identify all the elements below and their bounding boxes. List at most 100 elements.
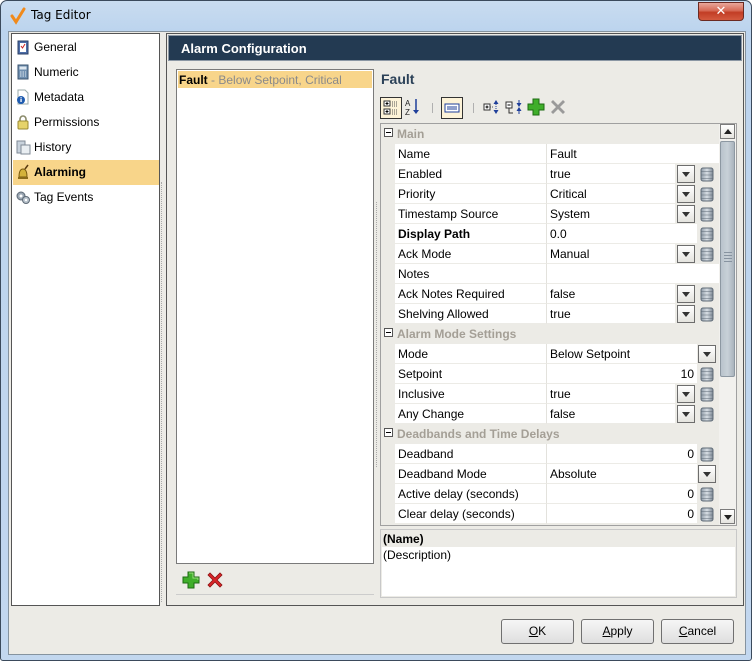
sort-az-icon: A Z — [405, 99, 419, 117]
alphabetical-sort-button[interactable]: A Z — [403, 97, 425, 119]
collapse-icon[interactable] — [384, 428, 393, 437]
alarm-name: Fault — [179, 73, 208, 87]
property-value[interactable]: 10 — [547, 364, 697, 384]
binding-icon[interactable] — [700, 406, 714, 423]
category-label: Alarm Mode Settings — [397, 327, 517, 341]
binding-icon[interactable] — [700, 206, 714, 223]
property-value[interactable]: true — [547, 164, 675, 184]
scroll-up-button[interactable] — [720, 124, 735, 139]
property-row-deadband-mode[interactable]: Deadband Mode Absolute — [381, 464, 719, 484]
scroll-thumb[interactable] — [720, 141, 735, 377]
title-bar[interactable]: Tag Editor ✕ — [1, 1, 751, 31]
dropdown-button[interactable] — [677, 405, 695, 423]
property-value[interactable]: false — [547, 404, 675, 424]
sidebar-item-tag-events[interactable]: Tag Events — [13, 185, 159, 210]
property-value[interactable]: Absolute — [547, 464, 697, 484]
property-value[interactable]: true — [547, 384, 675, 404]
dropdown-button[interactable] — [677, 385, 695, 403]
property-row-display-path[interactable]: Display Path 0.0 — [381, 224, 719, 244]
property-row-mode[interactable]: Mode Below Setpoint — [381, 344, 719, 364]
property-value[interactable]: 0.0 — [547, 224, 697, 244]
binding-icon[interactable] — [700, 286, 714, 303]
binding-icon[interactable] — [700, 386, 714, 403]
apply-button[interactable]: Apply — [581, 619, 654, 644]
binding-icon[interactable] — [700, 226, 714, 243]
property-row-priority[interactable]: Priority Critical — [381, 184, 719, 204]
property-row-ack-mode[interactable]: Ack Mode Manual — [381, 244, 719, 264]
binding-icon[interactable] — [700, 446, 714, 463]
alarm-list: Fault - Below Setpoint, Critical — [176, 69, 374, 564]
remove-icon — [551, 100, 565, 114]
tag-editor-window: Tag Editor ✕ General Numeric Metadata Permi… — [0, 0, 752, 661]
binding-icon[interactable] — [700, 366, 714, 383]
property-row-any-change[interactable]: Any Change false — [381, 404, 719, 424]
property-value[interactable]: Below Setpoint — [547, 344, 697, 364]
dropdown-button[interactable] — [677, 165, 695, 183]
collapse-icon[interactable] — [384, 128, 393, 137]
property-value[interactable]: 0 — [547, 504, 697, 524]
property-key: Setpoint — [395, 364, 547, 384]
property-row-timestamp-source[interactable]: Timestamp Source System — [381, 204, 719, 224]
binding-icon[interactable] — [700, 506, 714, 523]
property-row-setpoint[interactable]: Setpoint 10 — [381, 364, 719, 384]
categorized-view-button[interactable] — [380, 97, 402, 119]
dropdown-button[interactable] — [698, 465, 716, 483]
dropdown-button[interactable] — [698, 345, 716, 363]
dropdown-button[interactable] — [677, 305, 695, 323]
sidebar-item-alarming[interactable]: Alarming — [13, 160, 159, 185]
property-row-active-delay-seconds[interactable]: Active delay (seconds) 0 — [381, 484, 719, 504]
add-property-button[interactable] — [526, 97, 548, 119]
description-text: (Description) — [382, 547, 735, 596]
sidebar-item-metadata[interactable]: Metadata — [13, 85, 159, 110]
property-row-inclusive[interactable]: Inclusive true — [381, 384, 719, 404]
property-grid-scrollbar[interactable] — [719, 124, 736, 525]
property-value[interactable]: Fault — [547, 144, 719, 164]
cancel-button[interactable]: Cancel — [661, 619, 734, 644]
property-value[interactable]: 0 — [547, 444, 697, 464]
property-row-ack-notes-required[interactable]: Ack Notes Required false — [381, 284, 719, 304]
binding-icon[interactable] — [700, 166, 714, 183]
toolbar-separator — [432, 103, 433, 113]
binding-icon[interactable] — [700, 186, 714, 203]
property-value[interactable]: false — [547, 284, 675, 304]
ok-button[interactable]: OK — [501, 619, 574, 644]
collapse-icon[interactable] — [384, 328, 393, 337]
property-row-shelving-allowed[interactable]: Shelving Allowed true — [381, 304, 719, 324]
property-row-notes[interactable]: Notes — [381, 264, 719, 284]
sidebar-item-label: Permissions — [34, 115, 100, 129]
binding-icon[interactable] — [700, 486, 714, 503]
expand-all-button[interactable] — [482, 97, 504, 119]
alarm-list-item[interactable]: Fault - Below Setpoint, Critical — [178, 71, 372, 88]
sidebar-item-permissions[interactable]: Permissions — [13, 110, 159, 135]
binding-icon[interactable] — [700, 306, 714, 323]
add-alarm-icon[interactable] — [182, 571, 200, 589]
sidebar-splitter[interactable] — [161, 182, 164, 602]
remove-property-button[interactable] — [548, 97, 570, 119]
dropdown-button[interactable] — [677, 245, 695, 263]
property-row-name[interactable]: Name Fault — [381, 144, 719, 164]
apply-label: pply — [610, 624, 633, 638]
delete-alarm-icon[interactable] — [206, 571, 224, 589]
sidebar-item-numeric[interactable]: Numeric — [13, 60, 159, 85]
property-value[interactable]: System — [547, 204, 675, 224]
dropdown-button[interactable] — [677, 205, 695, 223]
sidebar-item-general[interactable]: General — [13, 35, 159, 60]
collapse-all-button[interactable] — [504, 97, 526, 119]
list-splitter[interactable] — [376, 202, 379, 467]
property-value[interactable]: Manual — [547, 244, 675, 264]
property-row-clear-delay-seconds[interactable]: Clear delay (seconds) 0 — [381, 504, 719, 524]
scroll-down-button[interactable] — [720, 509, 735, 524]
description-toggle-button[interactable] — [441, 97, 463, 119]
property-value[interactable]: Critical — [547, 184, 675, 204]
sidebar-item-history[interactable]: History — [13, 135, 159, 160]
dropdown-button[interactable] — [677, 185, 695, 203]
property-value[interactable]: 0 — [547, 484, 697, 504]
property-row-deadband[interactable]: Deadband 0 — [381, 444, 719, 464]
close-button[interactable]: ✕ — [698, 2, 744, 21]
property-row-enabled[interactable]: Enabled true — [381, 164, 719, 184]
dropdown-button[interactable] — [677, 285, 695, 303]
property-value[interactable]: true — [547, 304, 675, 324]
binding-icon[interactable] — [700, 246, 714, 263]
property-value[interactable] — [547, 264, 719, 284]
description-name: (Name) — [383, 532, 424, 546]
